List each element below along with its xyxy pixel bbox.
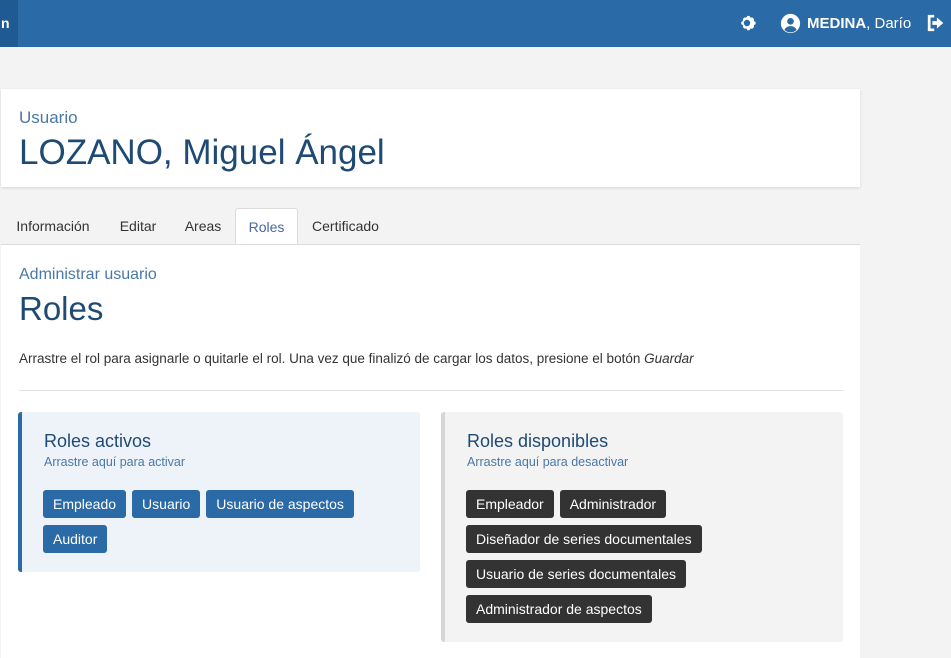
divider <box>19 390 843 391</box>
help-text: Arrastre el rol para asignarle o quitarl… <box>19 351 694 366</box>
roles-panel: Administrar usuario Roles Arrastre el ro… <box>1 244 860 658</box>
gear-icon[interactable] <box>736 12 758 34</box>
role-chip-auditor[interactable]: Auditor <box>43 525 108 553</box>
available-roles-title: Roles disponibles <box>467 431 609 451</box>
tab-areas[interactable]: Areas <box>171 208 235 245</box>
app-menu-tab[interactable]: n <box>0 0 18 47</box>
role-chip-usuario[interactable]: Usuario <box>132 490 201 518</box>
panel-title: Roles <box>19 290 104 327</box>
tab-roles[interactable]: Roles <box>235 208 298 246</box>
tab-certificado[interactable]: Certificado <box>298 208 393 245</box>
role-chip-administrador[interactable]: Administrador <box>559 490 667 518</box>
active-roles-dropzone[interactable]: Roles activos Arrastre aquí para activar… <box>18 412 420 572</box>
page-title: LOZANO, Miguel Ángel <box>19 133 385 172</box>
active-roles-list: Empleado Usuario Usuario de aspectos Aud… <box>43 490 413 553</box>
role-chip-empleador[interactable]: Empleador <box>466 490 554 518</box>
role-chip-administrador-de-aspectos[interactable]: Administrador de aspectos <box>466 595 652 623</box>
available-roles-dropzone[interactable]: Roles disponibles Arrastre aquí para des… <box>441 412 843 642</box>
available-roles-subtitle: Arrastre aquí para desactivar <box>467 455 629 469</box>
help-text-body: Arrastre el rol para asignarle o quitarl… <box>19 351 645 366</box>
user-header-card: Usuario LOZANO, Miguel Ángel <box>1 89 860 187</box>
role-chip-usuario-de-series-documentales[interactable]: Usuario de series documentales <box>466 560 686 588</box>
panel-kicker: Administrar usuario <box>19 266 157 283</box>
active-roles-title: Roles activos <box>44 431 152 451</box>
user-tabs: Información Editar Areas Roles Certifica… <box>1 208 860 246</box>
header-kicker: Usuario <box>19 108 78 127</box>
user-circle-icon <box>780 13 801 33</box>
available-roles-list: Empleador Administrador Diseñador de ser… <box>466 490 766 623</box>
user-menu[interactable]: MEDINA, Darío <box>780 12 911 34</box>
user-lastname: MEDINA <box>807 14 867 32</box>
role-chip-empleado[interactable]: Empleado <box>43 490 127 518</box>
top-navbar: n MEDINA, Darío <box>0 0 951 47</box>
help-text-emphasis: Guardar <box>644 351 694 366</box>
user-firstname: , Darío <box>866 14 912 32</box>
sign-out-icon[interactable] <box>925 13 947 33</box>
role-chip-usuario-de-aspectos[interactable]: Usuario de aspectos <box>206 490 354 518</box>
tab-editar[interactable]: Editar <box>105 208 171 245</box>
active-roles-subtitle: Arrastre aquí para activar <box>44 455 186 469</box>
role-chip-disenador-de-series-documentales[interactable]: Diseñador de series documentales <box>466 525 702 553</box>
tab-informacion[interactable]: Información <box>1 208 105 245</box>
